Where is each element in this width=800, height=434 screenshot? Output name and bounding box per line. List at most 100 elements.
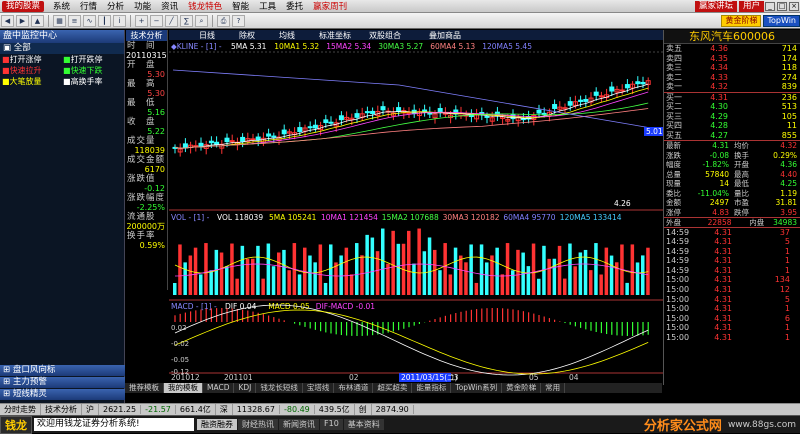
volume-bar	[579, 252, 583, 295]
winner-forum-button[interactable]: 赢家讲坛	[695, 1, 737, 12]
candle-body	[636, 82, 640, 84]
tab-recommended[interactable]: 推荐模板	[125, 383, 164, 393]
back-icon[interactable]: ◀	[1, 15, 14, 27]
white-dot-icon: ■	[63, 77, 71, 86]
signal-limit-down-open[interactable]: ■打开跌停	[63, 54, 124, 65]
tab-bollinger[interactable]: 布林通道	[334, 383, 373, 393]
chart-tab-daily[interactable]: 日线	[199, 30, 215, 40]
tab-margin-trading[interactable]: 融资融券	[197, 419, 237, 430]
menu-item-weekly[interactable]: 赢家周刊	[308, 0, 352, 12]
sidebar-item-all[interactable]: ▣ 全部	[0, 43, 124, 54]
tick-time: 15:00	[664, 314, 692, 324]
tab-topwin[interactable]: TopWin系列	[451, 383, 502, 393]
book-volume: 118	[728, 63, 800, 73]
tick-time: 14:59	[664, 237, 692, 247]
order-book-row[interactable]: 买三4.29105	[664, 112, 800, 122]
search-icon[interactable]: ⌕	[195, 15, 208, 27]
tab-technical-analysis[interactable]: 技术分析	[126, 30, 167, 41]
minute-chart-icon[interactable]: ∿	[83, 15, 96, 27]
chart-tab-overlay[interactable]: 叠加商品	[429, 30, 461, 40]
forward-icon[interactable]: ▶	[16, 15, 29, 27]
volume-bar	[506, 243, 510, 295]
news-ticker[interactable]: 欢迎用钱龙证券分析系统!	[34, 418, 194, 431]
signal-big-volume[interactable]: ■大笔放量	[2, 76, 63, 87]
tick-price: 4.31	[692, 275, 732, 285]
order-book-row[interactable]: 卖三4.34118	[664, 63, 800, 73]
menu-item-special[interactable]: 钱龙特色	[183, 0, 227, 12]
zoom-in-icon[interactable]: +	[135, 15, 148, 27]
tab-long-short[interactable]: 钱龙长短线	[256, 383, 303, 393]
up-icon[interactable]: ▲	[31, 15, 44, 27]
tab-f10[interactable]: F10	[320, 419, 343, 430]
menu-item-quotes[interactable]: 行情	[75, 0, 102, 12]
menu-item-tools[interactable]: 工具	[254, 0, 281, 12]
minimize-icon[interactable]: _	[765, 2, 775, 11]
info-icon[interactable]: i	[113, 15, 126, 27]
order-book-row[interactable]: 卖一4.32839	[664, 82, 800, 92]
legend-item: 30MA3 5.27	[378, 42, 423, 51]
golden-ladder-button[interactable]: 黄金阶梯	[721, 15, 761, 27]
help-icon[interactable]: ?	[232, 15, 245, 27]
tick-volume: 1	[732, 333, 800, 343]
quote-value: 4.36	[766, 160, 800, 170]
chart-tab-coord[interactable]: 标准坐标	[319, 30, 351, 40]
candle-body	[267, 134, 271, 136]
kline-icon[interactable]: ┃	[98, 15, 111, 27]
order-book-row[interactable]: 卖五4.36714	[664, 44, 800, 54]
tab-my-templates[interactable]: 我的模板	[164, 383, 203, 393]
tab-overbought[interactable]: 超买超卖	[373, 383, 412, 393]
list-icon[interactable]: ≡	[68, 15, 81, 27]
menu-item-system[interactable]: 系统	[48, 0, 75, 12]
chart-tab-exright[interactable]: 除权	[239, 30, 255, 40]
section-main-force-alert[interactable]: ⊞ 主力预警	[0, 377, 125, 388]
tab-energy[interactable]: 能量指标	[412, 383, 451, 393]
draw-line-icon[interactable]: ╱	[165, 15, 178, 27]
order-book-row[interactable]: 买四4.2811	[664, 121, 800, 131]
my-stock-button[interactable]: 我的股票	[2, 1, 44, 12]
print-icon[interactable]: ⎙	[217, 15, 230, 27]
tab-news[interactable]: 新闻资讯	[279, 419, 319, 430]
tab-common[interactable]: 常用	[541, 383, 565, 393]
zoom-out-icon[interactable]: −	[150, 15, 163, 27]
section-short-term-sprite[interactable]: ⊞ 短线精灵	[0, 389, 125, 400]
menu-item-trade[interactable]: 委托	[281, 0, 308, 12]
status-tab[interactable]: 技术分析	[41, 404, 82, 415]
market-icon[interactable]: ▦	[53, 15, 66, 27]
order-book-row[interactable]: 买二4.30513	[664, 102, 800, 112]
volume-bar	[573, 266, 577, 295]
menu-item-analysis[interactable]: 分析	[102, 0, 129, 12]
menu-item-news[interactable]: 资讯	[156, 0, 183, 12]
order-book-row[interactable]: 卖四4.35174	[664, 54, 800, 64]
tab-macd[interactable]: MACD	[203, 383, 234, 393]
quote-label: 开盘	[732, 160, 766, 170]
tab-basic-info[interactable]: 基本资料	[344, 419, 384, 430]
menu-item-smart[interactable]: 智能	[227, 0, 254, 12]
user-button[interactable]: 用户	[739, 1, 764, 12]
menu-item-function[interactable]: 功能	[129, 0, 156, 12]
tab-hot-news[interactable]: 财经热讯	[238, 419, 278, 430]
candle-body	[298, 128, 302, 132]
maximize-icon[interactable]: □	[777, 2, 787, 11]
signal-fast-rise[interactable]: ■快速拉升	[2, 65, 63, 76]
section-tape-indicator[interactable]: ⊞ 盘口风向标	[0, 365, 125, 376]
amount-value: 6170	[126, 165, 167, 174]
order-book-row[interactable]: 买五4.27855	[664, 131, 800, 141]
chart-tab-ma[interactable]: 均线	[279, 30, 295, 40]
quote-label: 量比	[732, 189, 766, 199]
topwin-button[interactable]: TopWin	[763, 15, 800, 27]
kline-chart-svg[interactable]: 日线 除权 均线 标准坐标 双股组合 叠加商品 ◆KLINE - [1] - 5…	[169, 30, 663, 385]
candle-body	[371, 111, 375, 113]
signal-limit-up-open[interactable]: ■打开涨停	[2, 54, 63, 65]
status-tab[interactable]: 分时走势	[0, 404, 41, 415]
signal-high-turnover[interactable]: ■高换手率	[63, 76, 124, 87]
order-book-row[interactable]: 买一4.31236	[664, 93, 800, 103]
chart-tab-dual[interactable]: 双股组合	[369, 30, 401, 40]
tab-tower[interactable]: 宝塔线	[303, 383, 335, 393]
tab-kdj[interactable]: KDJ	[234, 383, 256, 393]
close-icon[interactable]: ×	[789, 2, 799, 11]
tab-golden-ladder[interactable]: 黄金阶梯	[502, 383, 541, 393]
signal-fast-drop[interactable]: ■快速下跌	[63, 65, 124, 76]
indicator-icon[interactable]: ∑	[180, 15, 193, 27]
order-book-row[interactable]: 卖二4.33274	[664, 73, 800, 83]
kline-chart-area[interactable]: 日线 除权 均线 标准坐标 双股组合 叠加商品 ◆KLINE - [1] - 5…	[169, 30, 663, 385]
